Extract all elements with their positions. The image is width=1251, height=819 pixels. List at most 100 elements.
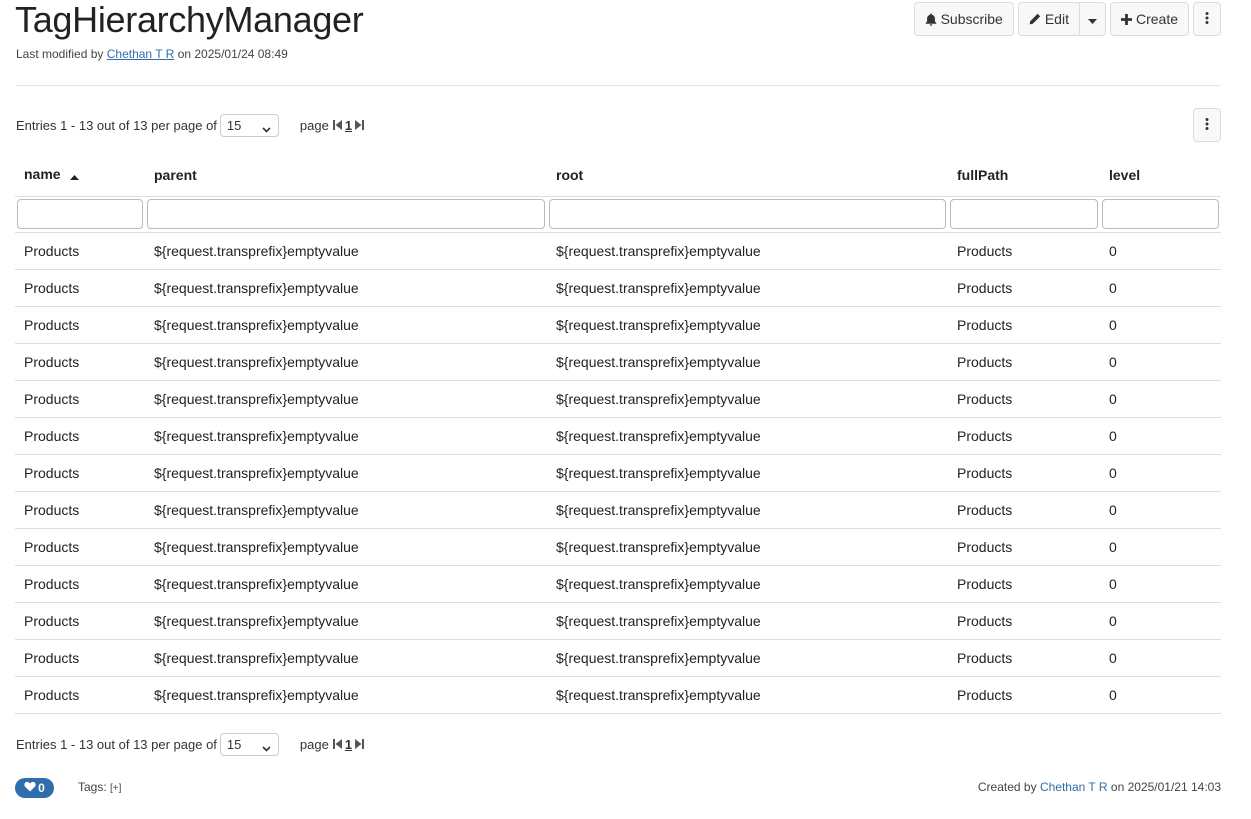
sort-asc-icon — [70, 167, 80, 183]
pagination-bottom: Entries 1 - 13 out of 13 per page of 15 … — [16, 733, 365, 756]
cell-parent: ${request.transprefix}emptyvalue — [145, 380, 547, 418]
last-page-icon[interactable] — [355, 118, 365, 133]
column-header-name[interactable]: name — [15, 154, 145, 197]
column-header-name-label: name — [24, 166, 61, 183]
current-page[interactable]: 1 — [345, 737, 352, 752]
table-row: Products ${request.transprefix}emptyvalue… — [15, 565, 1221, 603]
cell-level: 0 — [1100, 232, 1221, 270]
cell-root: ${request.transprefix}emptyvalue — [547, 565, 948, 603]
per-page-select[interactable]: 15 — [219, 114, 279, 137]
filter-root-input[interactable] — [549, 199, 946, 229]
column-header-parent[interactable]: parent — [145, 154, 547, 197]
tags-label: Tags: — [78, 780, 107, 794]
tags-area: Tags: [+] — [78, 780, 121, 794]
cell-root: ${request.transprefix}emptyvalue — [547, 454, 948, 492]
kebab-icon — [1205, 117, 1209, 133]
edit-dropdown-toggle[interactable] — [1079, 2, 1106, 36]
header-divider — [15, 85, 1221, 86]
table-row: Products ${request.transprefix}emptyvalue… — [15, 417, 1221, 455]
table-row: Products ${request.transprefix}emptyvalue… — [15, 380, 1221, 418]
cell-level: 0 — [1100, 269, 1221, 307]
column-header-level[interactable]: level — [1100, 154, 1221, 197]
page-label: page — [299, 737, 329, 752]
subscribe-label: Subscribe — [940, 11, 1003, 27]
cell-name: Products — [15, 380, 145, 418]
per-page-select[interactable]: 15 — [219, 733, 279, 756]
entries-summary: Entries 1 - 13 out of 13 per page of — [16, 118, 217, 133]
table-menu-button[interactable] — [1193, 108, 1221, 142]
last-page-icon[interactable] — [355, 737, 365, 752]
current-page[interactable]: 1 — [345, 118, 352, 133]
cell-fullpath: Products — [948, 602, 1100, 640]
plus-icon — [1120, 13, 1132, 25]
like-count: 0 — [38, 781, 45, 795]
page-label: page — [299, 118, 329, 133]
modified-prefix: Last modified by — [16, 47, 104, 61]
first-page-icon[interactable] — [332, 118, 342, 133]
cell-root: ${request.transprefix}emptyvalue — [547, 639, 948, 677]
cell-fullpath: Products — [948, 491, 1100, 529]
page-actions: Subscribe Edit Create — [913, 2, 1221, 36]
last-modified: Last modified by Chethan T R on 2025/01/… — [16, 47, 288, 61]
caret-down-icon — [1087, 11, 1097, 27]
cell-root: ${request.transprefix}emptyvalue — [547, 343, 948, 381]
create-label: Create — [1135, 11, 1178, 27]
cell-root: ${request.transprefix}emptyvalue — [547, 306, 948, 344]
cell-root: ${request.transprefix}emptyvalue — [547, 269, 948, 307]
filter-row — [15, 196, 1221, 233]
cell-level: 0 — [1100, 306, 1221, 344]
cell-parent: ${request.transprefix}emptyvalue — [145, 306, 547, 344]
cell-parent: ${request.transprefix}emptyvalue — [145, 676, 547, 714]
bell-icon — [925, 13, 937, 26]
filter-level-input[interactable] — [1102, 199, 1219, 229]
cell-fullpath: Products — [948, 380, 1100, 418]
cell-level: 0 — [1100, 454, 1221, 492]
created-user-link[interactable]: Chethan T R — [1040, 780, 1108, 794]
cell-name: Products — [15, 417, 145, 455]
cell-level: 0 — [1100, 565, 1221, 603]
filter-parent-input[interactable] — [147, 199, 545, 229]
cell-level: 0 — [1100, 417, 1221, 455]
column-header-root[interactable]: root — [547, 154, 948, 197]
cell-name: Products — [15, 528, 145, 566]
cell-parent: ${request.transprefix}emptyvalue — [145, 417, 547, 455]
cell-name: Products — [15, 454, 145, 492]
cell-root: ${request.transprefix}emptyvalue — [547, 380, 948, 418]
cell-root: ${request.transprefix}emptyvalue — [547, 528, 948, 566]
per-page-select-wrap: 15 — [217, 733, 279, 756]
edit-button[interactable]: Edit — [1017, 2, 1080, 36]
add-tag-button[interactable]: [+] — [110, 783, 121, 794]
subscribe-button[interactable]: Subscribe — [913, 2, 1014, 36]
like-button[interactable]: 0 — [15, 778, 54, 798]
cell-parent: ${request.transprefix}emptyvalue — [145, 565, 547, 603]
cell-name: Products — [15, 491, 145, 529]
table-row: Products ${request.transprefix}emptyvalue… — [15, 676, 1221, 714]
create-button[interactable]: Create — [1109, 2, 1189, 36]
per-page-select-wrap: 15 — [217, 114, 279, 137]
pencil-icon — [1029, 13, 1041, 25]
cell-name: Products — [15, 565, 145, 603]
heart-icon — [24, 781, 36, 795]
cell-fullpath: Products — [948, 269, 1100, 307]
first-page-icon[interactable] — [332, 737, 342, 752]
cell-fullpath: Products — [948, 343, 1100, 381]
cell-fullpath: Products — [948, 306, 1100, 344]
table-row: Products ${request.transprefix}emptyvalue… — [15, 269, 1221, 307]
cell-fullpath: Products — [948, 676, 1100, 714]
table-row: Products ${request.transprefix}emptyvalue… — [15, 232, 1221, 270]
modified-user-link[interactable]: Chethan T R — [107, 47, 175, 61]
table-row: Products ${request.transprefix}emptyvalue… — [15, 306, 1221, 344]
cell-fullpath: Products — [948, 232, 1100, 270]
cell-level: 0 — [1100, 676, 1221, 714]
filter-name-input[interactable] — [17, 199, 143, 229]
filter-fullpath-input[interactable] — [950, 199, 1098, 229]
cell-level: 0 — [1100, 343, 1221, 381]
table-row: Products ${request.transprefix}emptyvalue… — [15, 602, 1221, 640]
cell-root: ${request.transprefix}emptyvalue — [547, 417, 948, 455]
cell-name: Products — [15, 232, 145, 270]
cell-parent: ${request.transprefix}emptyvalue — [145, 491, 547, 529]
page-menu-button[interactable] — [1193, 2, 1221, 36]
cell-root: ${request.transprefix}emptyvalue — [547, 602, 948, 640]
column-header-fullpath[interactable]: fullPath — [948, 154, 1100, 197]
cell-parent: ${request.transprefix}emptyvalue — [145, 269, 547, 307]
